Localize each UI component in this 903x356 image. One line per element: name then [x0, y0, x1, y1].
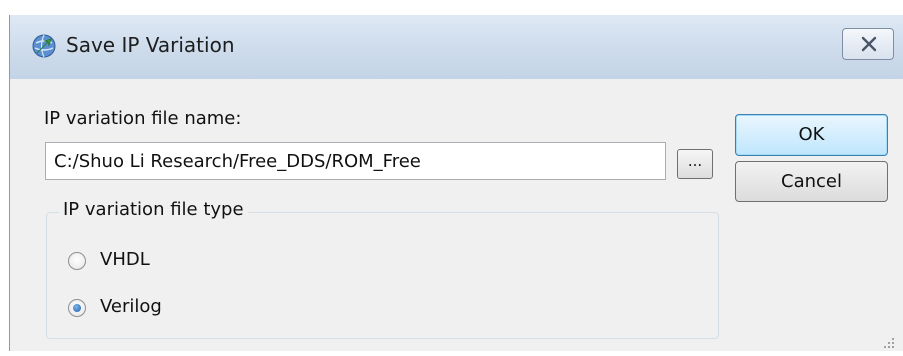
resize-grip-icon[interactable] [882, 335, 896, 349]
globe-arrow-icon [31, 33, 57, 59]
file-type-group: IP variation file type VHDL Verilog [46, 199, 719, 339]
browse-button[interactable]: ... [677, 149, 713, 179]
vhdl-radio[interactable] [68, 252, 86, 270]
verilog-radio-label[interactable]: Verilog [100, 296, 162, 317]
dialog-content: IP variation file name: ... OK Cancel IP… [10, 79, 903, 351]
title-bar[interactable]: Save IP Variation [10, 15, 903, 79]
save-ip-variation-dialog: Save IP Variation IP variation file name… [0, 0, 903, 356]
window-title: Save IP Variation [66, 33, 235, 57]
vhdl-radio-label[interactable]: VHDL [100, 249, 150, 270]
file-name-label: IP variation file name: [44, 108, 242, 129]
verilog-radio[interactable] [68, 299, 86, 317]
file-name-input[interactable] [45, 142, 666, 180]
file-type-group-title: IP variation file type [59, 199, 248, 220]
cancel-button[interactable]: Cancel [735, 161, 888, 202]
dialog-frame: Save IP Variation IP variation file name… [9, 15, 903, 351]
close-icon [861, 36, 877, 52]
close-button[interactable] [842, 28, 894, 60]
ok-button[interactable]: OK [735, 114, 888, 156]
